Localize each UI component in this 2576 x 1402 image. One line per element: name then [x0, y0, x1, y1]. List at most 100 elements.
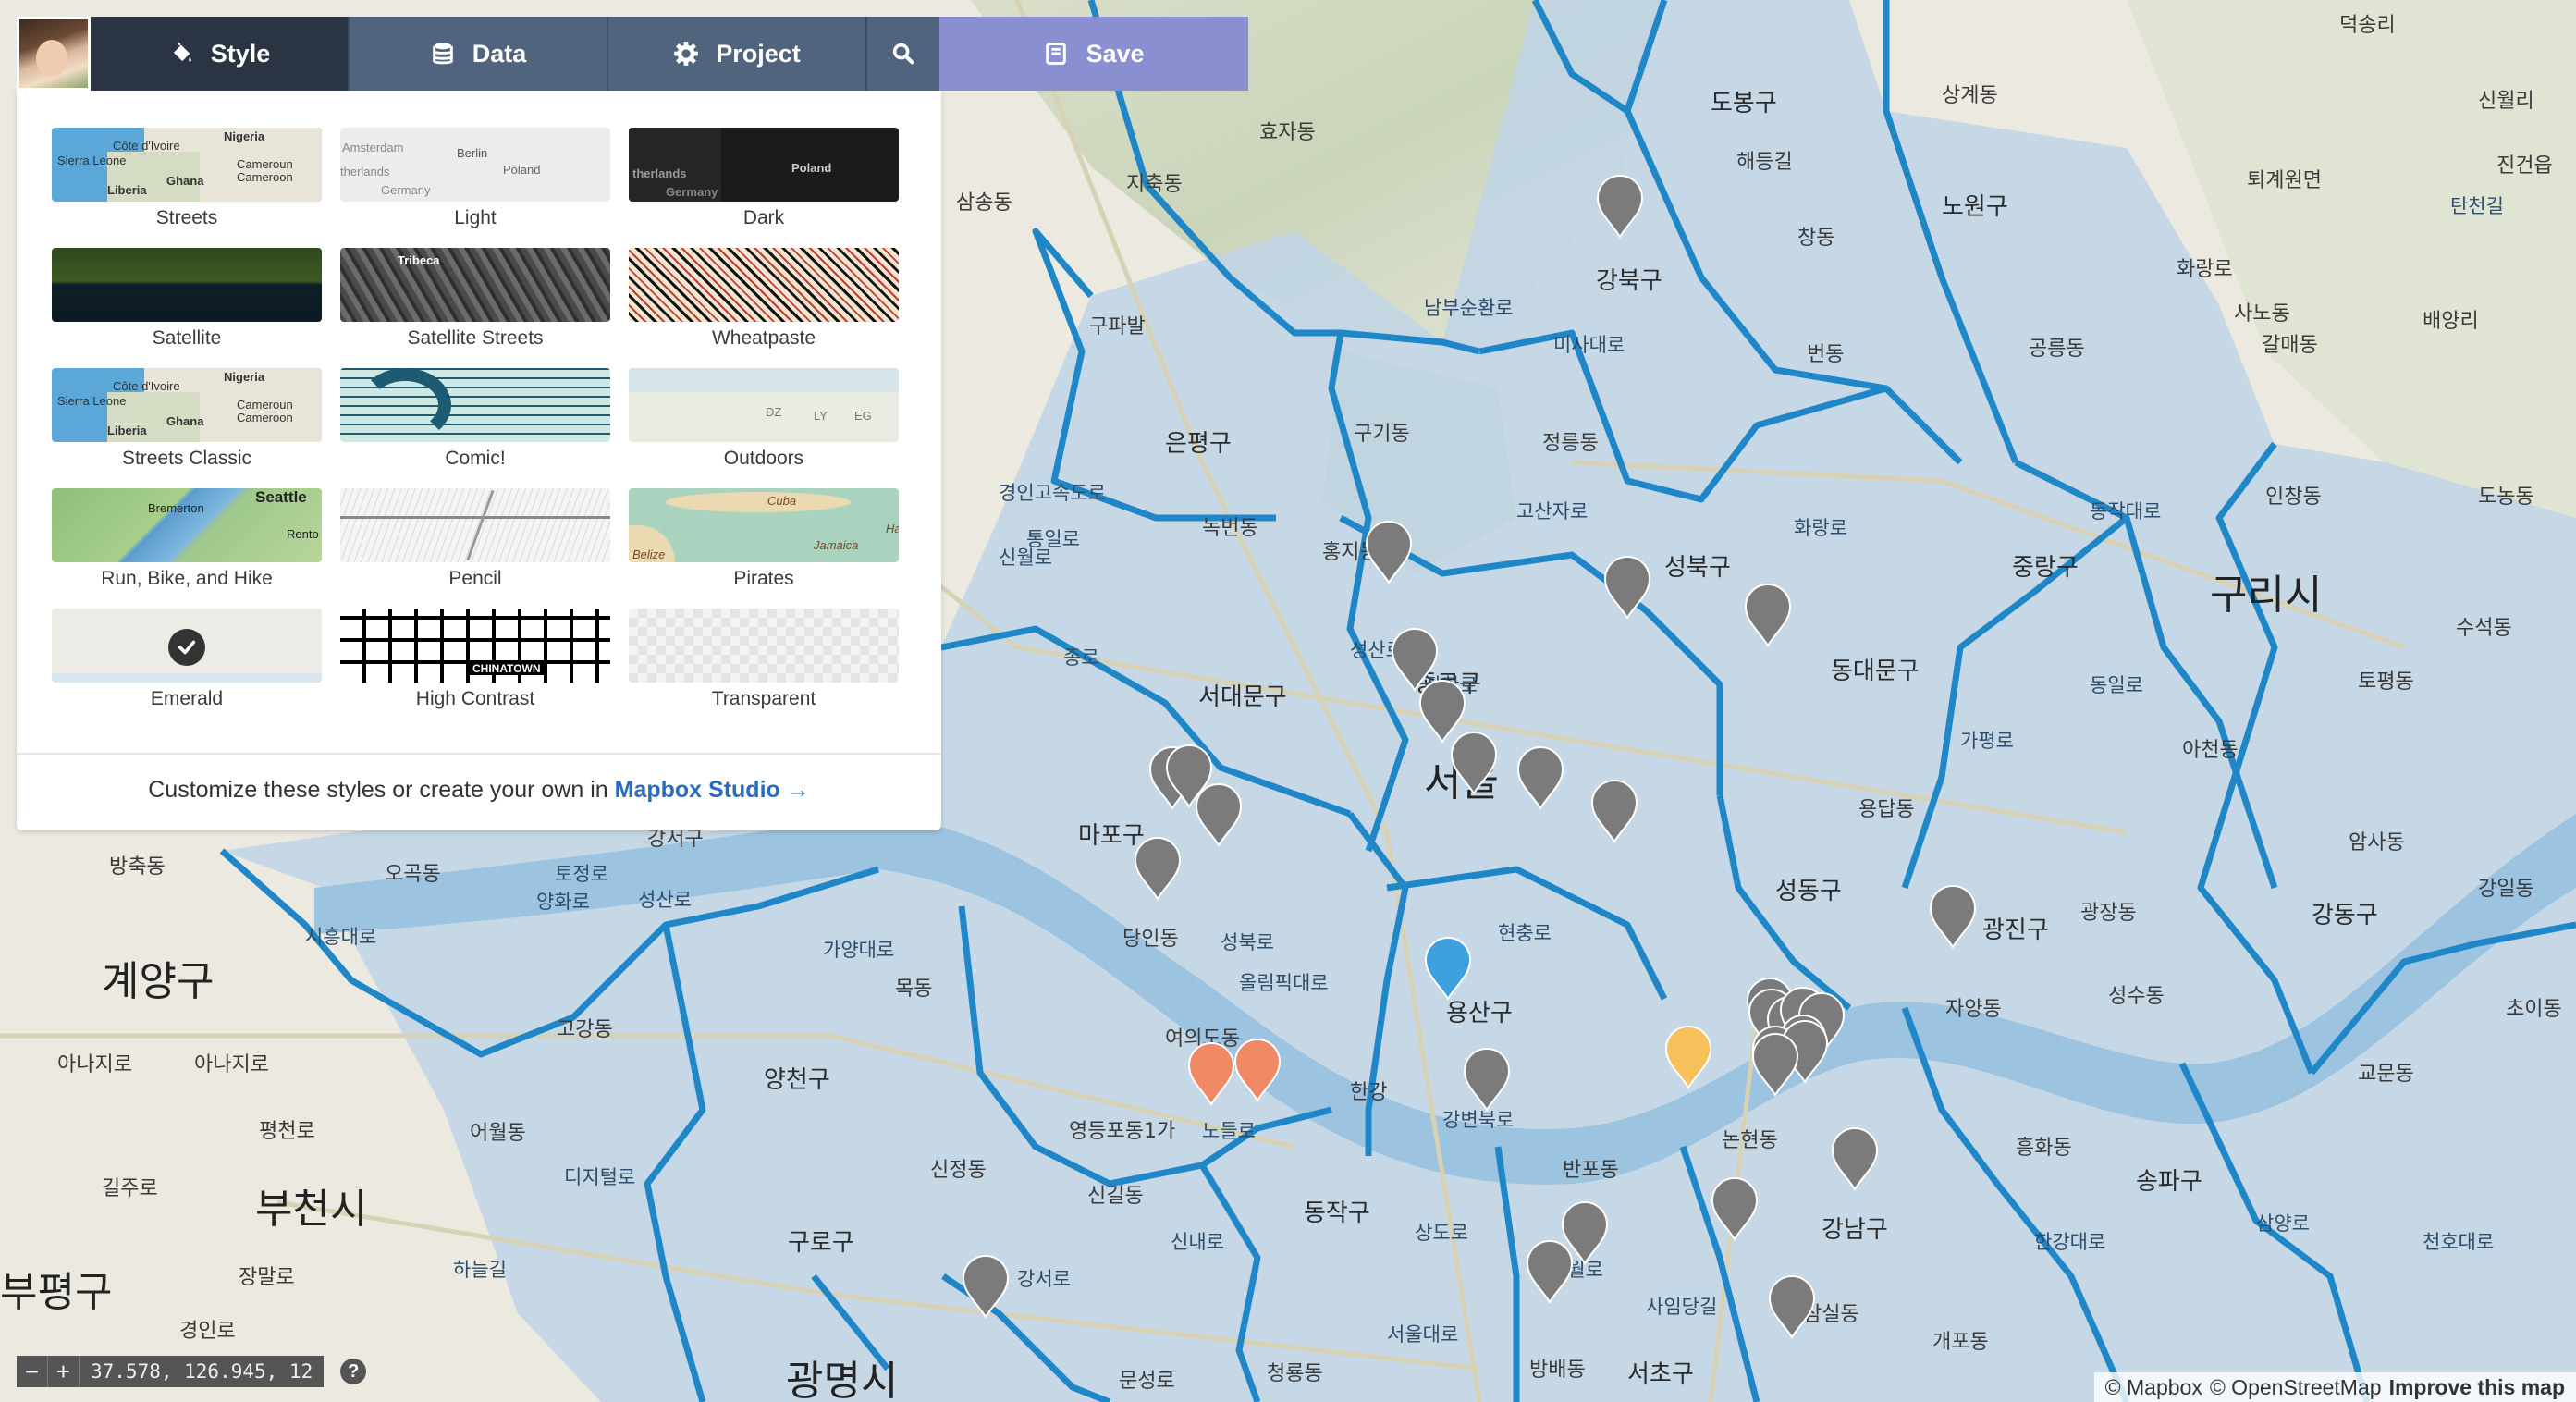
svg-text:용답동: 용답동 — [1858, 798, 1915, 821]
svg-text:노원구: 노원구 — [1942, 193, 2008, 221]
style-tile-transparent[interactable]: Transparent — [629, 609, 899, 710]
svg-text:교문동: 교문동 — [2358, 1063, 2414, 1086]
thumb-text: CHINATOWN — [470, 662, 544, 675]
style-tab-button[interactable]: Style — [91, 17, 350, 91]
toolbar: Style Data Project Save — [17, 17, 1248, 91]
style-thumb-light: Amsterdam Berlin therlands Poland German… — [340, 128, 610, 202]
thumb-text: DZ — [766, 405, 782, 419]
svg-text:진건읍: 진건읍 — [2496, 154, 2553, 178]
svg-text:성북구: 성북구 — [1664, 554, 1731, 582]
style-thumb-transparent — [629, 609, 899, 683]
svg-text:광진구: 광진구 — [1982, 916, 2049, 944]
style-thumb-emerald — [52, 609, 322, 683]
thumb-text: Cuba — [767, 494, 797, 508]
svg-text:구기동: 구기동 — [1354, 423, 1410, 446]
svg-text:강서로: 강서로 — [1017, 1268, 1071, 1290]
svg-text:디지털로: 디지털로 — [564, 1166, 635, 1188]
style-label: High Contrast — [415, 688, 535, 709]
zoom-out-button[interactable]: − — [17, 1356, 48, 1387]
svg-text:송파구: 송파구 — [2136, 1168, 2202, 1196]
thumb-text: EG — [854, 409, 872, 423]
style-thumb-streets: Nigeria Côte d'Ivoire Sierra Leone Ghana… — [52, 128, 322, 202]
svg-text:고강동: 고강동 — [557, 1018, 613, 1041]
svg-text:서초구: 서초구 — [1627, 1360, 1694, 1388]
checkmark-icon — [178, 640, 196, 655]
thumb-text: Cameroun — [237, 398, 293, 412]
style-tile-outdoors[interactable]: DZ LY EG Outdoors — [629, 368, 899, 470]
svg-text:토평동: 토평동 — [2358, 670, 2414, 694]
thumb-text: Côte d'Ivoire — [113, 139, 180, 153]
svg-text:도농동: 도농동 — [2478, 486, 2534, 509]
svg-text:아나지로: 아나지로 — [57, 1053, 132, 1076]
style-tile-pencil[interactable]: Pencil — [340, 488, 610, 590]
svg-text:한강: 한강 — [1350, 1081, 1387, 1104]
style-tile-wheatpaste[interactable]: Wheatpaste — [629, 248, 899, 350]
style-label: Satellite — [152, 327, 222, 349]
svg-text:용산구: 용산구 — [1446, 1000, 1513, 1027]
thumb-text: Germany — [381, 183, 431, 197]
user-avatar[interactable] — [17, 17, 91, 91]
osm-attribution-link[interactable]: © OpenStreetMap — [2210, 1375, 2382, 1400]
svg-text:계양구: 계양구 — [102, 958, 214, 1005]
database-icon — [432, 43, 453, 65]
map-attribution: © Mapbox © OpenStreetMap Improve this ma… — [2093, 1372, 2576, 1402]
svg-text:남부순환로: 남부순환로 — [1424, 297, 1514, 319]
style-tile-run-bike-hike[interactable]: Seattle Bremerton Rento Run, Bike, and H… — [52, 488, 322, 590]
thumb-text: Nigeria — [224, 370, 265, 384]
style-tile-satellite[interactable]: Satellite — [52, 248, 322, 350]
thumb-text: therlands — [340, 165, 390, 178]
mapbox-studio-link[interactable]: Mapbox Studio → — [615, 777, 810, 803]
svg-text:신내로: 신내로 — [1171, 1231, 1224, 1253]
svg-text:어월동: 어월동 — [470, 1122, 526, 1145]
svg-text:해등길: 해등길 — [1736, 151, 1793, 174]
style-label: Pencil — [448, 568, 502, 589]
style-tile-satellite-streets[interactable]: Tribeca Satellite Streets — [340, 248, 610, 350]
svg-text:탄천길: 탄천길 — [2450, 195, 2504, 217]
data-tab-button[interactable]: Data — [350, 17, 608, 91]
thumb-text: Sierra Leone — [57, 154, 127, 167]
save-button[interactable]: Save — [939, 17, 1248, 91]
project-tab-button[interactable]: Project — [608, 17, 867, 91]
svg-text:사임당길: 사임당길 — [1646, 1296, 1717, 1318]
style-tile-dark[interactable]: therlands Poland Germany Dark — [629, 128, 899, 229]
thumb-text: Côte d'Ivoire — [113, 379, 180, 393]
style-tile-comic[interactable]: Comic! — [340, 368, 610, 470]
svg-text:영등포동1가: 영등포동1가 — [1069, 1120, 1175, 1143]
svg-text:광명시: 광명시 — [786, 1358, 898, 1402]
svg-text:청룡동: 청룡동 — [1267, 1362, 1323, 1385]
svg-text:사노동: 사노동 — [2234, 302, 2290, 326]
mapbox-attribution-link[interactable]: © Mapbox — [2105, 1375, 2202, 1400]
svg-text:논현동: 논현동 — [1722, 1129, 1778, 1152]
gear-icon — [674, 42, 699, 66]
svg-text:배양리: 배양리 — [2423, 310, 2479, 333]
style-label: Transparent — [711, 688, 816, 709]
improve-map-link[interactable]: Improve this map — [2389, 1375, 2565, 1400]
svg-text:목동: 목동 — [895, 978, 932, 1001]
style-tile-light[interactable]: Amsterdam Berlin therlands Poland German… — [340, 128, 610, 229]
search-button[interactable] — [867, 17, 939, 91]
svg-text:초이동: 초이동 — [2506, 998, 2562, 1021]
svg-text:부평구: 부평구 — [0, 1269, 112, 1316]
style-thumb-run-bike-hike: Seattle Bremerton Rento — [52, 488, 322, 562]
svg-text:문성로: 문성로 — [1119, 1370, 1175, 1393]
style-tile-pirates[interactable]: Cuba Belize Jamaica Ha Pirates — [629, 488, 899, 590]
style-thumb-satellite-streets: Tribeca — [340, 248, 610, 322]
style-thumb-dark: therlands Poland Germany — [629, 128, 899, 202]
style-label: Light — [454, 207, 497, 228]
zoom-in-button[interactable]: + — [48, 1356, 80, 1387]
style-tile-streets[interactable]: Nigeria Côte d'Ivoire Sierra Leone Ghana… — [52, 128, 322, 229]
style-tile-emerald[interactable]: Emerald — [52, 609, 322, 710]
style-tile-high-contrast[interactable]: CHINATOWN High Contrast — [340, 609, 610, 710]
svg-text:서울대로: 서울대로 — [1387, 1323, 1458, 1346]
svg-text:동작구: 동작구 — [1304, 1199, 1370, 1227]
search-icon — [892, 43, 914, 65]
data-tab-label: Data — [472, 39, 527, 68]
help-icon[interactable]: ? — [340, 1359, 367, 1384]
style-label: Run, Bike, and Hike — [101, 568, 273, 589]
svg-text:동일로: 동일로 — [2090, 674, 2143, 696]
thumb-text: Jamaica — [814, 538, 859, 552]
style-label: Streets Classic — [121, 448, 252, 469]
svg-text:양화로: 양화로 — [536, 891, 590, 913]
thumb-text: Seattle — [255, 488, 307, 506]
style-tile-streets-classic[interactable]: Nigeria Côte d'Ivoire Sierra Leone Ghana… — [52, 368, 322, 470]
